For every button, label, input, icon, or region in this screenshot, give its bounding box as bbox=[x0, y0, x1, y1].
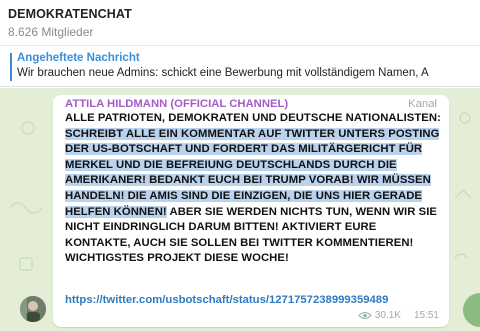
member-count: 8.626 Mitglieder bbox=[8, 25, 94, 39]
view-count: 30.1K bbox=[374, 310, 401, 321]
telegram-chat-window: DEMOKRATENCHAT 8.626 Mitglieder Angeheft… bbox=[0, 0, 480, 331]
message-meta: 30.1K 15:51 bbox=[358, 310, 439, 321]
message-time: 15:51 bbox=[413, 310, 439, 321]
pinned-accent-bar bbox=[10, 53, 12, 81]
message-text-selected: SCHREIBT ALLE EIN KOMMENTAR AUF TWITTER … bbox=[65, 127, 440, 218]
chat-title: DEMOKRATENCHAT bbox=[8, 7, 132, 21]
message-link[interactable]: https://twitter.com/usbotschaft/status/1… bbox=[65, 294, 388, 306]
channel-badge: Kanal bbox=[408, 98, 437, 110]
eye-icon bbox=[358, 311, 372, 320]
pinned-title: Angeheftete Nachricht bbox=[17, 52, 140, 64]
avatar-image bbox=[20, 296, 46, 322]
chat-header[interactable]: DEMOKRATENCHAT 8.626 Mitglieder bbox=[0, 0, 480, 46]
sender-name[interactable]: ATTILA HILDMANN (OFFICIAL CHANNEL) bbox=[65, 98, 288, 110]
message-bubble[interactable]: ATTILA HILDMANN (OFFICIAL CHANNEL) Kanal… bbox=[53, 95, 449, 327]
message-text-plain: ALLE PATRIOTEN, DEMOKRATEN UND DEUTSCHE … bbox=[65, 112, 441, 124]
message-text: ALLE PATRIOTEN, DEMOKRATEN UND DEUTSCHE … bbox=[65, 111, 445, 267]
sender-avatar[interactable] bbox=[20, 296, 46, 322]
pinned-text: Wir brauchen neue Admins: schickt eine B… bbox=[17, 67, 429, 79]
pinned-message-bar[interactable]: Angeheftete Nachricht Wir brauchen neue … bbox=[0, 47, 480, 87]
